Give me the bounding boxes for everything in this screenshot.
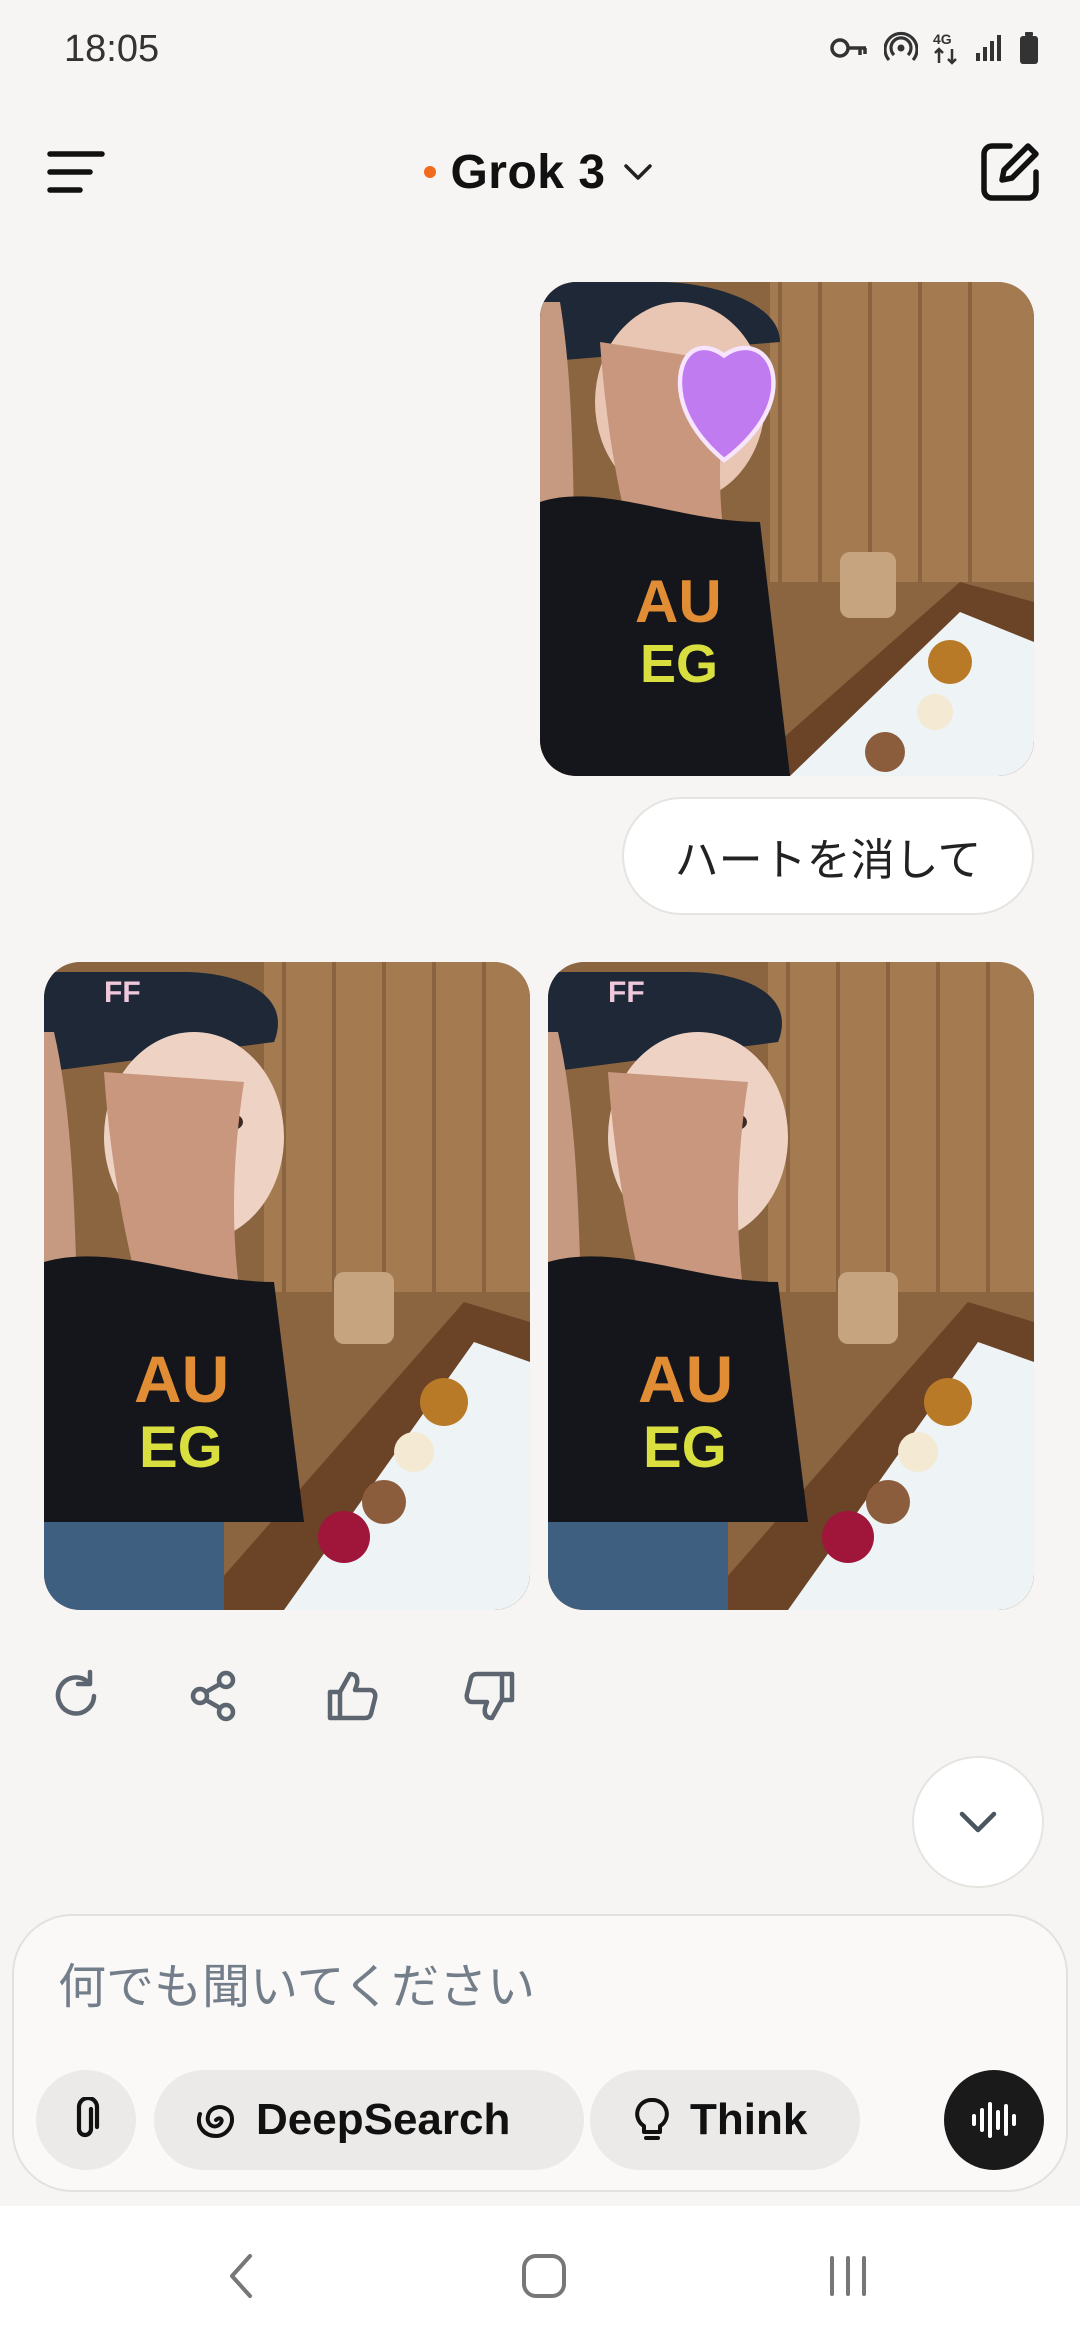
battery-icon: [1020, 32, 1038, 64]
status-icons: 4G: [830, 30, 1040, 66]
svg-text:EG: EG: [640, 634, 718, 694]
app-header: Grok 3: [0, 100, 1080, 260]
thumbs-down-button[interactable]: [460, 1666, 520, 1726]
home-icon[interactable]: [514, 2246, 574, 2306]
svg-text:AU: AU: [638, 1342, 733, 1416]
svg-text:AU: AU: [635, 568, 722, 635]
thumbs-down-icon: [464, 1671, 515, 1721]
lightbulb-icon: [635, 2098, 669, 2140]
svg-text:AU: AU: [134, 1342, 229, 1416]
response-actions: [46, 1666, 520, 1726]
regenerate-button[interactable]: [46, 1666, 106, 1726]
network-label: 4G: [933, 31, 952, 47]
chevron-down-icon: [623, 164, 652, 180]
svg-text:FF: FF: [608, 976, 645, 1009]
network-4g-icon: 4G: [933, 31, 957, 65]
deepsearch-label: DeepSearch: [256, 2095, 511, 2144]
svg-text:EG: EG: [139, 1415, 223, 1480]
back-icon[interactable]: [212, 2246, 272, 2306]
model-selector[interactable]: Grok 3: [0, 140, 1080, 204]
share-icon: [190, 1670, 236, 1722]
model-name: Grok 3: [450, 145, 606, 199]
photo-illustration: FF AU EG: [44, 962, 530, 1610]
signal-icon: [976, 35, 1001, 61]
voice-mode-button[interactable]: [944, 2070, 1044, 2170]
message-input[interactable]: [58, 1952, 938, 2022]
deepsearch-icon: [197, 2105, 235, 2139]
user-message-bubble: ハートを消して: [622, 797, 1034, 915]
system-nav-bar: [0, 2206, 1080, 2340]
key-icon: [830, 38, 867, 58]
hotspot-icon: [884, 31, 918, 62]
new-chat-icon[interactable]: [976, 138, 1044, 206]
attach-button[interactable]: [36, 2070, 136, 2170]
deepsearch-button[interactable]: DeepSearch: [154, 2070, 584, 2170]
attach-icon: [76, 2097, 100, 2138]
generated-image-2[interactable]: FF AU EG: [548, 962, 1034, 1610]
think-label: Think: [690, 2095, 808, 2144]
status-bar: 18:05 4G: [0, 0, 1080, 100]
think-button[interactable]: Think: [590, 2070, 860, 2170]
message-composer: DeepSearch Think: [12, 1914, 1068, 2192]
thumbs-up-icon: [327, 1671, 378, 1721]
status-dot: [424, 166, 437, 178]
svg-text:EG: EG: [643, 1415, 727, 1480]
scroll-to-bottom-button[interactable]: [912, 1756, 1044, 1888]
svg-text:FF: FF: [104, 976, 141, 1009]
user-image[interactable]: AU EG: [540, 282, 1034, 776]
voice-icon: [972, 2102, 1016, 2138]
regenerate-icon: [55, 1669, 97, 1716]
share-button[interactable]: [184, 1666, 244, 1726]
generated-image-1[interactable]: FF AU EG: [44, 962, 530, 1610]
status-time: 18:05: [64, 28, 160, 70]
photo-illustration: AU EG: [540, 282, 1034, 776]
recents-icon[interactable]: [818, 2246, 878, 2306]
photo-illustration: FF AU EG: [548, 962, 1034, 1610]
thumbs-up-button[interactable]: [322, 1666, 382, 1726]
chevron-down-icon: [959, 1811, 997, 1833]
